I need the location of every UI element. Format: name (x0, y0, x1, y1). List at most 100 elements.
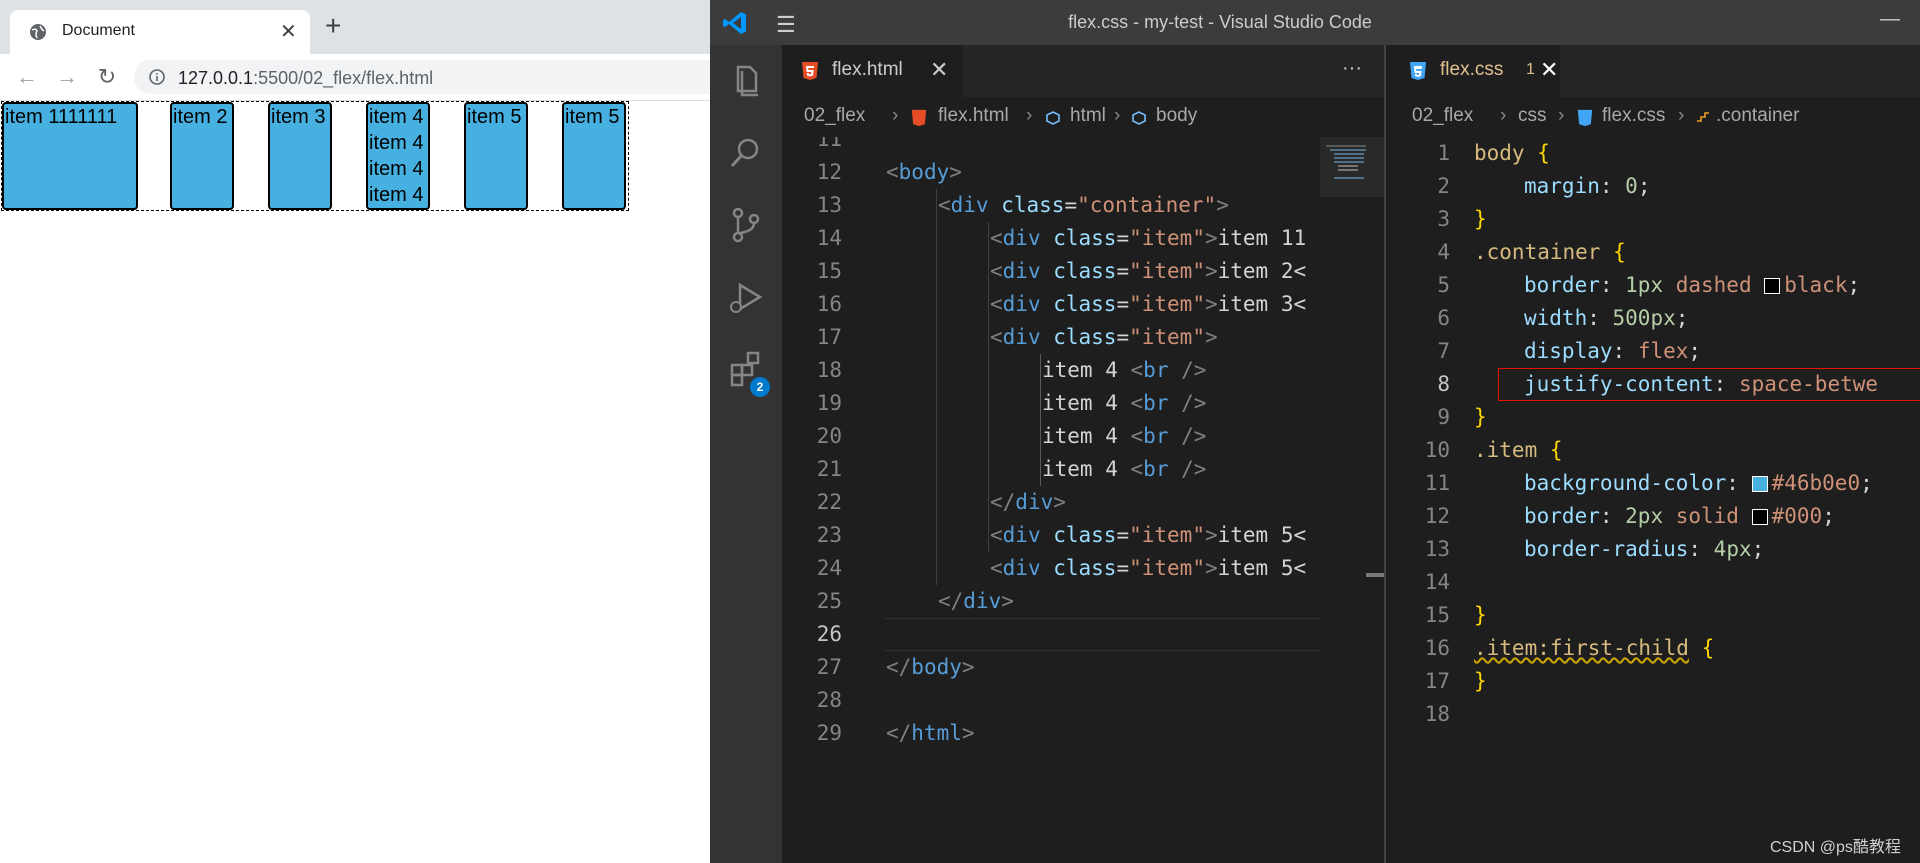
html-editor[interactable]: 11 12 13 14 15 16 17 18 19 20 21 22 23 2… (782, 137, 1384, 863)
code-line: <div class="item">item 5< (990, 556, 1307, 580)
back-icon[interactable]: ← (14, 64, 40, 90)
item-text: item 4 (369, 106, 424, 128)
code-line: border: 2px solid #000; (1524, 504, 1835, 528)
code-line: <div class="item">item 5< (990, 523, 1307, 547)
color-swatch[interactable] (1751, 509, 1768, 525)
code-line: <div class="item"> (990, 325, 1218, 349)
breadcrumb-folder[interactable]: 02_flex (1412, 105, 1473, 127)
more-actions-icon[interactable]: ··· (1342, 57, 1362, 80)
line-number: 20 (816, 424, 842, 448)
tab-flex-html[interactable]: flex.html ✕ (782, 45, 962, 97)
new-tab-button[interactable]: + (325, 12, 341, 40)
line-number-current: 8 (1437, 372, 1450, 396)
breadcrumb-folder[interactable]: css (1518, 105, 1547, 127)
current-line-highlight (884, 618, 1384, 651)
breadcrumb-file[interactable]: flex.css (1602, 105, 1665, 127)
scrollbar-thumb[interactable] (1366, 573, 1384, 577)
url-path: :5500/02_flex/flex.html (253, 68, 434, 88)
tab-close-icon[interactable]: ✕ (1540, 57, 1558, 83)
breadcrumb-separator-icon: › (1500, 105, 1507, 126)
symbol-class-icon (1697, 112, 1709, 122)
line-number-gutter: 11 12 13 14 15 16 17 18 19 20 21 22 23 2… (782, 137, 862, 745)
css-editor[interactable]: 1 2 3 4 5 6 7 8 9 10 11 12 13 14 15 16 1… (1390, 137, 1920, 863)
line-number: 4 (1437, 240, 1450, 264)
run-debug-button[interactable] (710, 261, 782, 333)
line-number: 11 (816, 137, 842, 151)
code-line: <div class="item">item 2< (990, 259, 1307, 283)
breadcrumb-body[interactable]: body (1156, 105, 1197, 127)
code-line: .container { (1474, 240, 1626, 264)
vscode-titlebar: ☰ flex.css - my-test - Visual Studio Cod… (710, 0, 1920, 45)
minimize-icon[interactable]: — (1880, 8, 1900, 31)
code-line: body { (1474, 141, 1550, 165)
item-text: item 1111111 (5, 106, 118, 128)
line-number: 17 (1424, 669, 1450, 693)
code-line: </body> (886, 655, 975, 679)
breadcrumb-separator-icon: › (1114, 105, 1121, 126)
tab-flex-css[interactable]: flex.css 1 ✕ (1390, 45, 1560, 97)
breadcrumb-separator-icon: › (1026, 105, 1033, 126)
search-button[interactable] (710, 117, 782, 189)
item-text: item 4 (369, 184, 424, 206)
breadcrumb-separator-icon: › (892, 105, 899, 126)
tab-close-icon[interactable]: ✕ (280, 19, 297, 44)
line-number: 19 (816, 391, 842, 415)
line-number: 24 (816, 556, 842, 580)
source-control-button[interactable] (710, 189, 782, 261)
minimap[interactable] (1320, 137, 1384, 863)
source-control-icon (732, 207, 760, 243)
line-number: 18 (816, 358, 842, 382)
html5-icon (802, 62, 818, 80)
tab-close-icon[interactable]: ✕ (930, 57, 948, 83)
code-line: border-radius: 4px; (1524, 537, 1765, 561)
address-bar[interactable]: 127.0.0.1:5500/02_flex/flex.html (134, 60, 710, 94)
color-swatch[interactable] (1764, 278, 1781, 294)
code-line: <div class="item">item 3< (990, 292, 1307, 316)
item-text: item 5 (565, 106, 620, 128)
watermark: CSDN @ps酷教程 (1770, 839, 1901, 856)
breadcrumb-file[interactable]: flex.html (938, 105, 1009, 127)
forward-icon[interactable]: → (54, 64, 80, 90)
extensions-button[interactable]: 2 (710, 333, 782, 405)
code-line: item 4 <br /> (1042, 358, 1207, 382)
code-line: </html> (886, 721, 975, 745)
item-text: item 4 (369, 158, 424, 180)
code-line: .item:first-child { (1474, 636, 1715, 660)
item-text: item 3 (271, 106, 326, 128)
line-number: 27 (816, 655, 842, 679)
browser-tab-strip: Document ✕ + (0, 0, 710, 54)
search-icon (730, 138, 759, 168)
browser-toolbar: ← → ↻ 127.0.0.1:5500/02_flex/flex.html (0, 54, 710, 101)
line-number: 12 (816, 160, 842, 184)
explorer-button[interactable] (710, 45, 782, 117)
code-line-current: justify-content: space-betwe (1524, 372, 1879, 396)
breadcrumb-html[interactable]: html (1070, 105, 1106, 127)
browser-tab[interactable]: Document ✕ (10, 10, 310, 54)
url-host: 127.0.0.1 (178, 68, 254, 88)
line-number-current: 26 (816, 622, 842, 646)
activity-bar: 2 (710, 45, 782, 863)
flex-container: item 1111111 item 2 item 3 item 4 item 4… (1, 101, 629, 211)
files-icon (736, 65, 758, 97)
problems-count-badge: 1 (1526, 61, 1535, 78)
code-line: width: 500px; (1524, 306, 1689, 330)
line-number: 16 (1424, 636, 1450, 660)
line-number: 14 (1424, 570, 1450, 594)
info-icon[interactable] (148, 68, 166, 86)
minimap-viewport[interactable] (1320, 137, 1384, 197)
breadcrumb-folder[interactable]: 02_flex (804, 105, 865, 127)
reload-icon[interactable]: ↻ (94, 64, 120, 90)
line-number: 17 (816, 325, 842, 349)
breadcrumb-symbol[interactable]: .container (1716, 105, 1799, 127)
editor-group-divider[interactable] (1384, 45, 1386, 863)
globe-icon (30, 24, 46, 40)
line-number: 15 (816, 259, 842, 283)
line-number: 7 (1437, 339, 1450, 363)
code-line: item 4 <br /> (1042, 424, 1207, 448)
color-swatch[interactable] (1751, 476, 1768, 492)
code-line: <div class="item">item 11 (990, 226, 1307, 250)
browser-window: Document ✕ + ← → ↻ 127.0.0.1:5500/02_fle… (0, 0, 710, 863)
line-number: 3 (1437, 207, 1450, 231)
tab-label: flex.html (832, 59, 903, 80)
code-line: item 4 <br /> (1042, 457, 1207, 481)
